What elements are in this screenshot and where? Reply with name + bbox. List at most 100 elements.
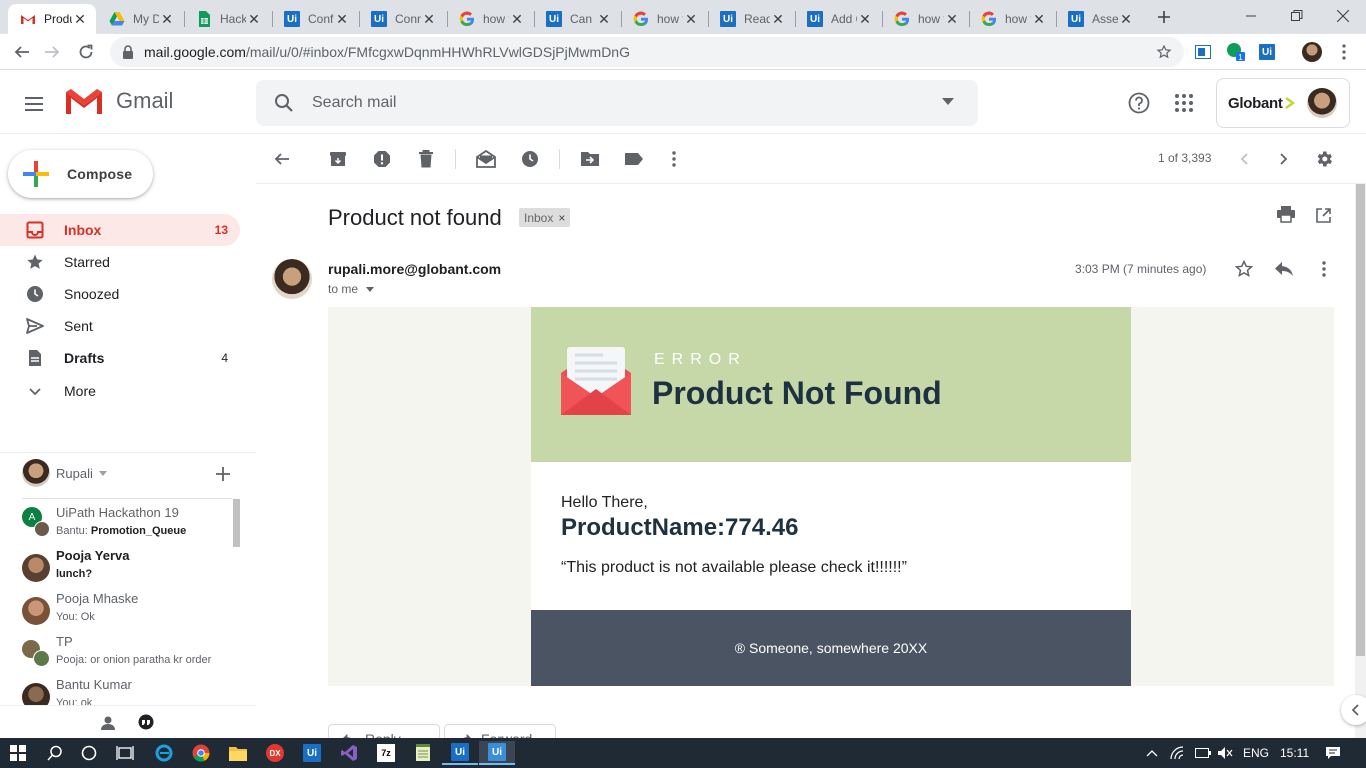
clock-button[interactable]: 15:11 xyxy=(1280,738,1309,768)
taskbar-uipath-studio[interactable]: Ui xyxy=(294,741,330,765)
settings-button[interactable] xyxy=(1312,147,1336,171)
browser-tab-7[interactable]: UiCan I - UiPath Forum✕ xyxy=(534,4,620,34)
action-center-button[interactable] xyxy=(1325,738,1341,768)
sender-email[interactable]: rupali.more@globant.com xyxy=(328,261,501,277)
close-tab-icon[interactable]: ✕ xyxy=(683,11,699,27)
gmail-logo[interactable]: Gmail xyxy=(64,86,173,116)
browser-tab-9[interactable]: UiRead Range - UiPath✕ xyxy=(708,4,794,34)
message-more-button[interactable] xyxy=(1322,261,1326,277)
browser-tab-6[interactable]: how to - Google Search✕ xyxy=(447,4,533,34)
contacts-tab[interactable] xyxy=(100,715,116,731)
compose-button[interactable]: Compose xyxy=(8,150,153,198)
uipath-extension-button[interactable]: Ui xyxy=(1253,38,1281,66)
main-scrollbar-thumb[interactable] xyxy=(1356,184,1365,656)
close-tab-icon[interactable]: ✕ xyxy=(770,11,786,27)
newer-button[interactable] xyxy=(1232,147,1256,171)
volume-button[interactable] xyxy=(1217,738,1233,768)
main-menu-button[interactable] xyxy=(20,90,48,118)
browser-tab-10[interactable]: UiAdd Queue Item - UiPath✕ xyxy=(795,4,881,34)
close-tab-icon[interactable]: ✕ xyxy=(1031,11,1047,27)
browser-tab-1[interactable]: Product not found - rupali.more@globant.… xyxy=(8,4,96,34)
older-button[interactable] xyxy=(1272,147,1296,171)
taskbar-uipath-robot[interactable]: Ui xyxy=(442,741,478,765)
new-tab-button[interactable] xyxy=(1152,5,1176,29)
hangouts-tab[interactable] xyxy=(137,714,155,732)
chat-item-pooja-yerva[interactable]: Pooja Yerva lunch? xyxy=(22,548,232,591)
forward-button[interactable] xyxy=(38,38,66,66)
delete-button[interactable] xyxy=(414,147,438,171)
print-all-button[interactable] xyxy=(1276,205,1296,223)
recipient-details-toggle[interactable]: to me xyxy=(328,282,375,296)
browser-tab-4[interactable]: UiConfigure Robot - UiPath✕ xyxy=(272,4,358,34)
star-message-button[interactable] xyxy=(1234,259,1254,279)
side-panel-toggle[interactable] xyxy=(1341,695,1366,725)
network-button[interactable] xyxy=(1170,738,1186,768)
chat-item-uipath-hackathon[interactable]: A UiPath Hackathon 19 Bantu: Promotion_Q… xyxy=(22,505,232,548)
support-button[interactable] xyxy=(1128,92,1150,114)
report-spam-button[interactable] xyxy=(370,147,394,171)
search-options-button[interactable] xyxy=(942,98,954,106)
hangouts-user-menu[interactable]: Rupali xyxy=(22,459,107,487)
close-tab-icon[interactable]: ✕ xyxy=(509,11,525,27)
chat-item-pooja-mhaske[interactable]: Pooja Mhaske You: Ok xyxy=(22,591,232,634)
taskbar-uipath-assistant[interactable]: Ui xyxy=(479,741,515,765)
open-new-window-button[interactable] xyxy=(1316,208,1331,223)
close-tab-icon[interactable]: ✕ xyxy=(246,11,262,27)
reload-button[interactable] xyxy=(72,38,100,66)
taskbar-7zip[interactable]: 7z xyxy=(368,741,404,765)
taskbar-file-explorer[interactable] xyxy=(220,741,256,765)
nav-item-sent[interactable]: Sent xyxy=(0,310,240,342)
address-bar[interactable]: mail.google.com/mail/u/0/#inbox/FMfcgxwD… xyxy=(110,37,1184,67)
nav-item-starred[interactable]: Starred xyxy=(0,246,240,278)
browser-menu-button[interactable] xyxy=(1330,38,1358,66)
mark-unread-button[interactable] xyxy=(474,147,498,171)
browser-tab-5[interactable]: UiConnect - UiPath✕ xyxy=(359,4,445,34)
restore-button[interactable] xyxy=(1274,0,1320,32)
taskbar-search-button[interactable] xyxy=(37,741,73,765)
back-to-inbox-button[interactable] xyxy=(270,147,294,171)
sender-avatar[interactable] xyxy=(272,259,312,299)
close-tab-icon[interactable]: ✕ xyxy=(72,11,88,27)
profile-button[interactable] xyxy=(1298,38,1326,66)
close-tab-icon[interactable]: ✕ xyxy=(421,11,437,27)
more-actions-button[interactable] xyxy=(662,147,686,171)
account-switcher[interactable]: Globant xyxy=(1216,78,1350,128)
cortana-button[interactable] xyxy=(71,741,107,765)
labels-button[interactable] xyxy=(622,147,646,171)
taskbar-ie[interactable] xyxy=(146,741,182,765)
remove-label-icon[interactable]: × xyxy=(558,211,565,225)
browser-tab-13[interactable]: UiAssets - UiPath✕ xyxy=(1056,4,1142,34)
taskbar-chrome[interactable] xyxy=(183,741,219,765)
battery-button[interactable] xyxy=(1195,738,1211,768)
browser-tab-8[interactable]: how to - Google Search✕ xyxy=(621,4,707,34)
back-button[interactable] xyxy=(8,38,36,66)
new-conversation-button[interactable] xyxy=(216,467,230,481)
taskbar-dx-app[interactable]: DX xyxy=(257,741,293,765)
input-language-button[interactable]: ENG xyxy=(1243,738,1269,768)
browser-tab-3[interactable]: Hackathon - Google Sheets✕ xyxy=(184,4,270,34)
task-view-button[interactable] xyxy=(107,741,143,765)
close-tab-icon[interactable]: ✕ xyxy=(1118,11,1134,27)
nav-item-snoozed[interactable]: Snoozed xyxy=(0,278,240,310)
nav-item-more[interactable]: More xyxy=(0,375,240,407)
taskbar-visual-studio[interactable] xyxy=(331,741,367,765)
close-tab-icon[interactable]: ✕ xyxy=(944,11,960,27)
snooze-button[interactable] xyxy=(518,147,542,171)
nav-item-drafts[interactable]: Drafts 4 xyxy=(0,342,240,374)
minimize-button[interactable] xyxy=(1228,0,1274,32)
show-hidden-icons-button[interactable] xyxy=(1146,738,1158,768)
archive-button[interactable] xyxy=(326,147,350,171)
bookmark-star-button[interactable] xyxy=(1150,38,1178,66)
close-tab-icon[interactable]: ✕ xyxy=(596,11,612,27)
browser-tab-11[interactable]: how to - Google Search✕ xyxy=(882,4,968,34)
close-window-button[interactable] xyxy=(1320,0,1366,32)
nav-item-inbox[interactable]: Inbox 13 xyxy=(0,214,240,246)
search-button[interactable] xyxy=(256,93,312,113)
taskbar-notepad[interactable] xyxy=(405,741,441,765)
chat-item-tp[interactable]: TP Pooja: or onion paratha kr order xyxy=(22,634,232,677)
extension-button-1[interactable] xyxy=(1189,38,1217,66)
inbox-label-chip[interactable]: Inbox × xyxy=(519,208,571,227)
close-tab-icon[interactable]: ✕ xyxy=(159,11,175,27)
browser-tab-2[interactable]: My Drive - Google Drive✕ xyxy=(97,4,183,34)
close-tab-icon[interactable]: ✕ xyxy=(334,11,350,27)
